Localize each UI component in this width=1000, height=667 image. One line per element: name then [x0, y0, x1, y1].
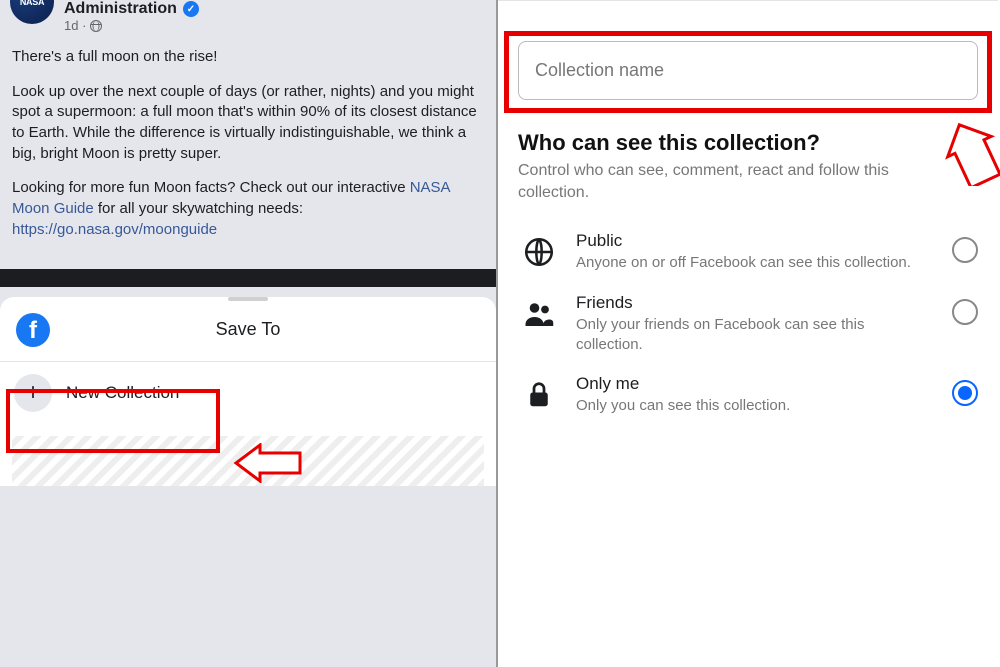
post-meta: 1d · — [64, 18, 199, 33]
post-text-1: There's a full moon on the rise! — [12, 47, 484, 68]
option-desc: Only you can see this collection. — [576, 396, 916, 416]
option-desc: Only your friends on Facebook can see th… — [576, 315, 916, 354]
post-header: Administration 1d · — [0, 0, 496, 33]
left-screenshot: Administration 1d · There's a full moon … — [0, 0, 498, 667]
radio-friends[interactable] — [952, 299, 978, 325]
moonguide-url[interactable]: https://go.nasa.gov/moonguide — [12, 221, 217, 238]
new-collection-button[interactable]: + New Collection — [0, 362, 496, 424]
right-screenshot: Who can see this collection? Control who… — [498, 0, 998, 667]
save-to-title: Save To — [50, 319, 446, 340]
collection-name-field-wrap — [518, 41, 978, 100]
option-title: Public — [576, 231, 936, 251]
privacy-option-friends[interactable]: Friends Only your friends on Facebook ca… — [518, 283, 978, 364]
placeholder-stripes — [12, 436, 484, 486]
plus-icon: + — [14, 374, 52, 412]
privacy-section: Who can see this collection? Control who… — [518, 130, 978, 426]
post-text-3: Looking for more fun Moon facts? Check o… — [12, 178, 484, 240]
save-to-sheet: Save To + New Collection — [0, 297, 496, 486]
post-content: There's a full moon on the rise! Look up… — [0, 33, 496, 269]
globe-icon — [90, 20, 102, 32]
nasa-avatar[interactable] — [10, 0, 54, 24]
post-text-2: Look up over the next couple of days (or… — [12, 82, 484, 165]
verified-badge-icon — [183, 1, 199, 17]
post-time: 1d · — [64, 18, 86, 33]
save-title-row: Save To — [0, 309, 496, 362]
option-title: Friends — [576, 293, 936, 313]
sheet-drag-handle[interactable] — [228, 297, 268, 301]
facebook-logo-icon — [16, 313, 50, 347]
privacy-subheading: Control who can see, comment, react and … — [518, 160, 958, 203]
globe-icon — [518, 231, 560, 273]
option-desc: Anyone on or off Facebook can see this c… — [576, 253, 916, 273]
dark-background-strip — [0, 269, 496, 287]
privacy-heading: Who can see this collection? — [518, 130, 978, 156]
radio-public[interactable] — [952, 237, 978, 263]
lock-icon — [518, 374, 560, 416]
privacy-option-public[interactable]: Public Anyone on or off Facebook can see… — [518, 221, 978, 283]
new-collection-label: New Collection — [66, 383, 179, 403]
author-name[interactable]: Administration — [64, 0, 177, 18]
option-title: Only me — [576, 374, 936, 394]
collection-name-input[interactable] — [518, 41, 978, 100]
friends-icon — [518, 293, 560, 335]
radio-onlyme[interactable] — [952, 380, 978, 406]
privacy-option-onlyme[interactable]: Only me Only you can see this collection… — [518, 364, 978, 426]
